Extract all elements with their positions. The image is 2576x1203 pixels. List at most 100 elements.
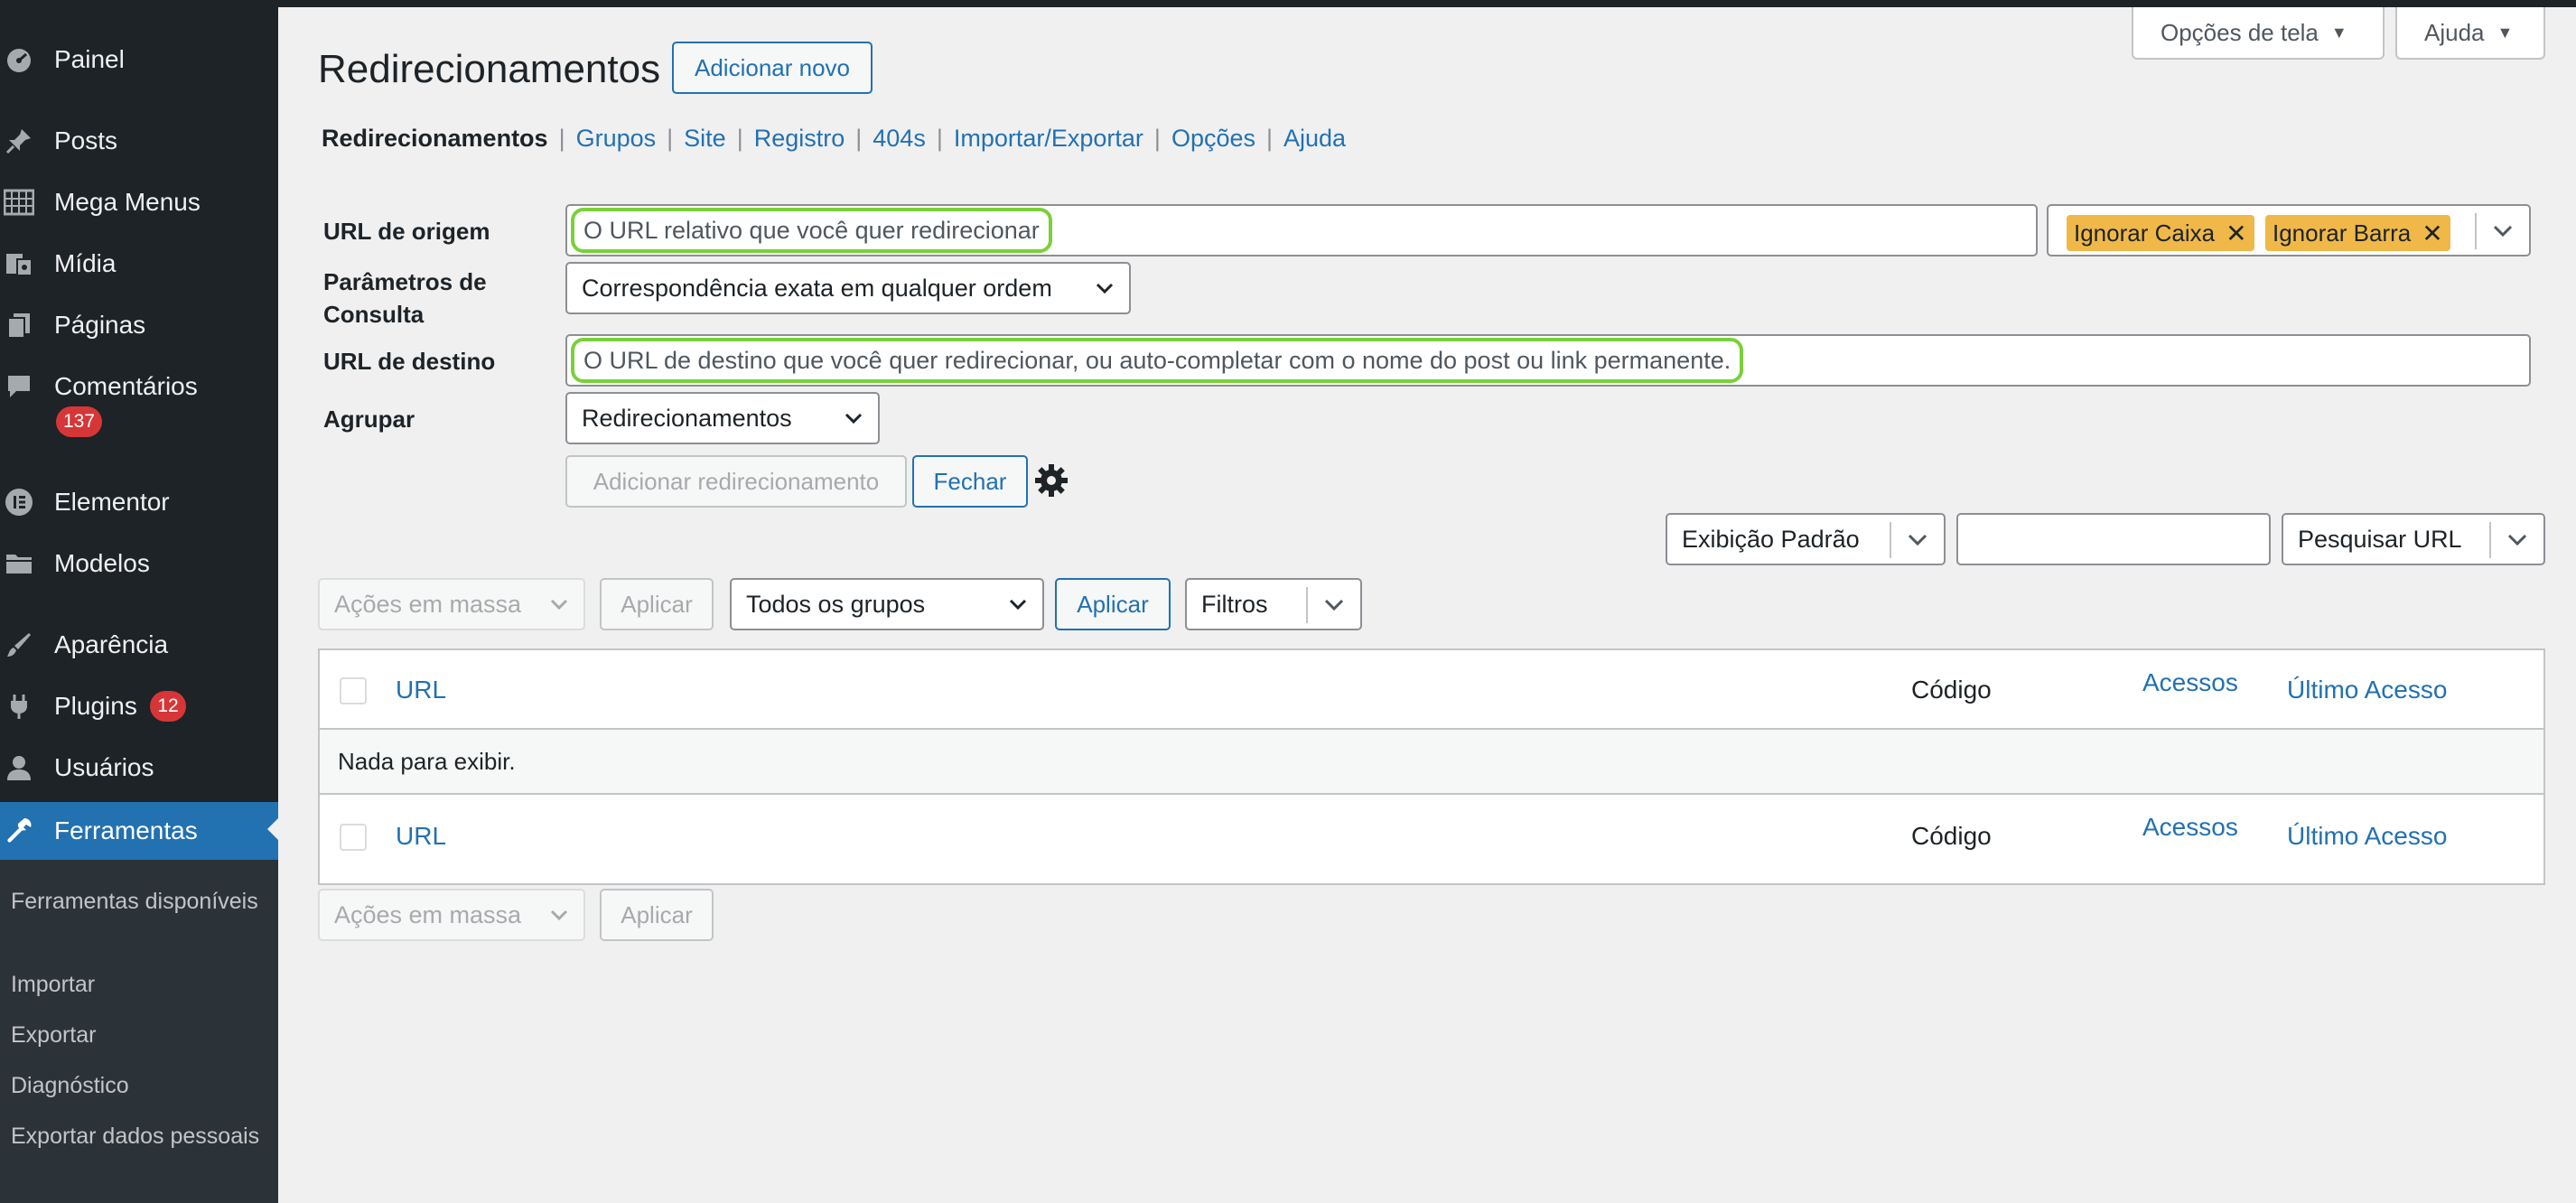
admin-bar [0, 0, 2576, 7]
column-url[interactable]: URL [396, 676, 446, 704]
submenu-item-diagnostico[interactable]: Diagnóstico [11, 1069, 273, 1102]
subnav-link-grupos[interactable]: Grupos [576, 125, 657, 152]
tag-ignore-slash[interactable]: Ignorar Barra ✕ [2265, 215, 2450, 251]
submenu-item-exportar[interactable]: Exportar [11, 1019, 273, 1051]
help-button[interactable]: Ajuda ▼ [2395, 7, 2545, 60]
subnav-link-404s[interactable]: 404s [873, 125, 926, 152]
chevron-down-icon[interactable] [2475, 213, 2529, 249]
view-mode-select[interactable]: Exibição Padrão [1666, 513, 1946, 565]
groups-apply-button[interactable]: Aplicar [1055, 578, 1171, 630]
sidebar-item-usuarios[interactable]: Usuários [0, 741, 278, 795]
sidebar-item-plugins[interactable]: Plugins 12 [0, 679, 278, 733]
subnav-link-importar-exportar[interactable]: Importar/Exportar [954, 125, 1143, 152]
target-url-input[interactable]: O URL de destino que você quer redirecio… [565, 334, 2531, 387]
column-url[interactable]: URL [396, 822, 446, 851]
sidebar-item-ferramentas[interactable]: Ferramentas [0, 802, 278, 860]
bulk-apply-button[interactable]: Aplicar [600, 578, 714, 630]
groups-filter-select[interactable]: Todos os grupos [730, 578, 1044, 630]
group-label: Agrupar [323, 406, 415, 433]
submenu-item-ferramentas-disponiveis[interactable]: Ferramentas disponíveis [11, 885, 273, 918]
search-input[interactable] [1956, 513, 2271, 565]
column-ultimo-acesso[interactable]: Último Acesso [2287, 676, 2447, 704]
sidebar-item-paginas[interactable]: Páginas [0, 298, 278, 352]
sidebar-item-comentarios[interactable]: Comentários [0, 359, 278, 414]
bulk-actions-select[interactable]: Ações em massa [318, 578, 585, 630]
sidebar-item-modelos[interactable]: Modelos [0, 536, 278, 591]
bulk-apply-button-bottom[interactable]: Aplicar [600, 889, 714, 941]
source-url-label: URL de origem [323, 218, 490, 245]
group-value: Redirecionamentos [582, 404, 792, 432]
caret-down-icon: ▼ [2497, 23, 2514, 42]
filters-select[interactable]: Filtros [1185, 578, 1362, 630]
sidebar-item-label: Painel [54, 45, 125, 73]
sidebar-item-label: Mega Menus [54, 188, 201, 216]
subnav-separator: | [855, 125, 863, 152]
grid-icon [4, 187, 34, 218]
sidebar-item-elementor[interactable]: Elementor [0, 475, 278, 529]
table-row: Nada para exibir. [320, 730, 2543, 795]
subnav-link-ajuda[interactable]: Ajuda [1283, 125, 1346, 152]
sidebar-item-midia[interactable]: Mídia [0, 237, 278, 291]
close-icon[interactable]: ✕ [2422, 219, 2442, 248]
add-redirect-button[interactable]: Adicionar redirecionamento [565, 455, 907, 508]
subnav-separator: | [1153, 125, 1161, 152]
search-type-select[interactable]: Pesquisar URL [2282, 513, 2545, 565]
sidebar-item-posts[interactable]: Posts [0, 114, 278, 168]
pin-icon [4, 126, 34, 156]
group-select[interactable]: Redirecionamentos [565, 392, 880, 444]
redirection-subnav: Redirecionamentos | Grupos | Site | Registro | 4… [322, 125, 1346, 153]
tag-ignore-case[interactable]: Ignorar Caixa ✕ [2067, 215, 2254, 251]
media-icon [4, 248, 34, 279]
screen-options-label: Opções de tela [2161, 18, 2319, 46]
submenu-item-importar[interactable]: Importar [11, 968, 273, 1001]
folder-icon [4, 548, 34, 579]
select-all-checkbox[interactable] [340, 677, 367, 704]
query-params-label: Parâmetros de Consulta [323, 268, 487, 328]
subnav-separator: | [736, 125, 743, 152]
source-url-placeholder: O URL relativo que você quer redireciona… [571, 208, 1052, 253]
user-icon [4, 752, 34, 783]
subnav-separator: | [558, 125, 565, 152]
sidebar-item-mega-menus[interactable]: Mega Menus [0, 175, 278, 229]
caret-down-icon: ▼ [2330, 23, 2347, 42]
source-flags-select[interactable]: Ignorar Caixa ✕ Ignorar Barra ✕ [2047, 204, 2531, 256]
bulk-actions-select-bottom[interactable]: Ações em massa [318, 889, 585, 941]
subnav-link-opcoes[interactable]: Opções [1171, 125, 1255, 152]
subnav-link-registro[interactable]: Registro [754, 125, 845, 152]
filters-value: Filtros [1201, 590, 1268, 618]
sidebar-item-aparencia[interactable]: Aparência [0, 618, 278, 672]
column-codigo: Código [1911, 676, 1992, 704]
subnav-link-site[interactable]: Site [684, 125, 726, 152]
gear-icon[interactable] [1033, 462, 1069, 499]
view-mode-value: Exibição Padrão [1682, 525, 1860, 553]
column-codigo: Código [1911, 822, 1992, 850]
sidebar-item-label: Elementor [54, 488, 170, 516]
subnav-separator: | [936, 125, 943, 152]
submenu-item-exportar-dados-pessoais[interactable]: Exportar dados pessoais [11, 1120, 273, 1152]
add-new-button[interactable]: Adicionar novo [672, 42, 873, 94]
column-ultimo-acesso[interactable]: Último Acesso [2287, 822, 2447, 851]
close-button[interactable]: Fechar [912, 455, 1028, 508]
main-content: Opções de tela ▼ Ajuda ▼ Redirecionament… [278, 7, 2576, 1203]
query-params-select[interactable]: Correspondência exata em qualquer ordem [565, 262, 1131, 314]
plugins-update-badge: 12 [150, 691, 186, 722]
column-acessos[interactable]: Acessos [2142, 813, 2238, 842]
sidebar-item-painel[interactable]: Painel [0, 33, 278, 87]
pages-icon [4, 310, 34, 340]
groups-filter-value: Todos os grupos [746, 590, 926, 618]
select-all-checkbox[interactable] [340, 824, 367, 851]
source-url-input[interactable]: O URL relativo que você quer redireciona… [565, 204, 2038, 256]
chevron-down-icon [1890, 522, 1944, 558]
comment-icon [4, 371, 34, 402]
close-icon[interactable]: ✕ [2226, 219, 2246, 248]
help-label: Ajuda [2424, 18, 2485, 46]
screen-options-button[interactable]: Opções de tela ▼ [2132, 7, 2385, 60]
sidebar-item-label: Ferramentas [54, 816, 198, 844]
tag-label: Ignorar Barra [2273, 219, 2412, 247]
page-title: Redirecionamentos [318, 47, 661, 91]
sidebar-item-label: Comentários [54, 372, 198, 400]
column-acessos[interactable]: Acessos [2142, 668, 2238, 697]
subnav-separator: | [667, 125, 674, 152]
sidebar-item-label: Modelos [54, 549, 150, 577]
sidebar-item-label: Páginas [54, 311, 146, 339]
